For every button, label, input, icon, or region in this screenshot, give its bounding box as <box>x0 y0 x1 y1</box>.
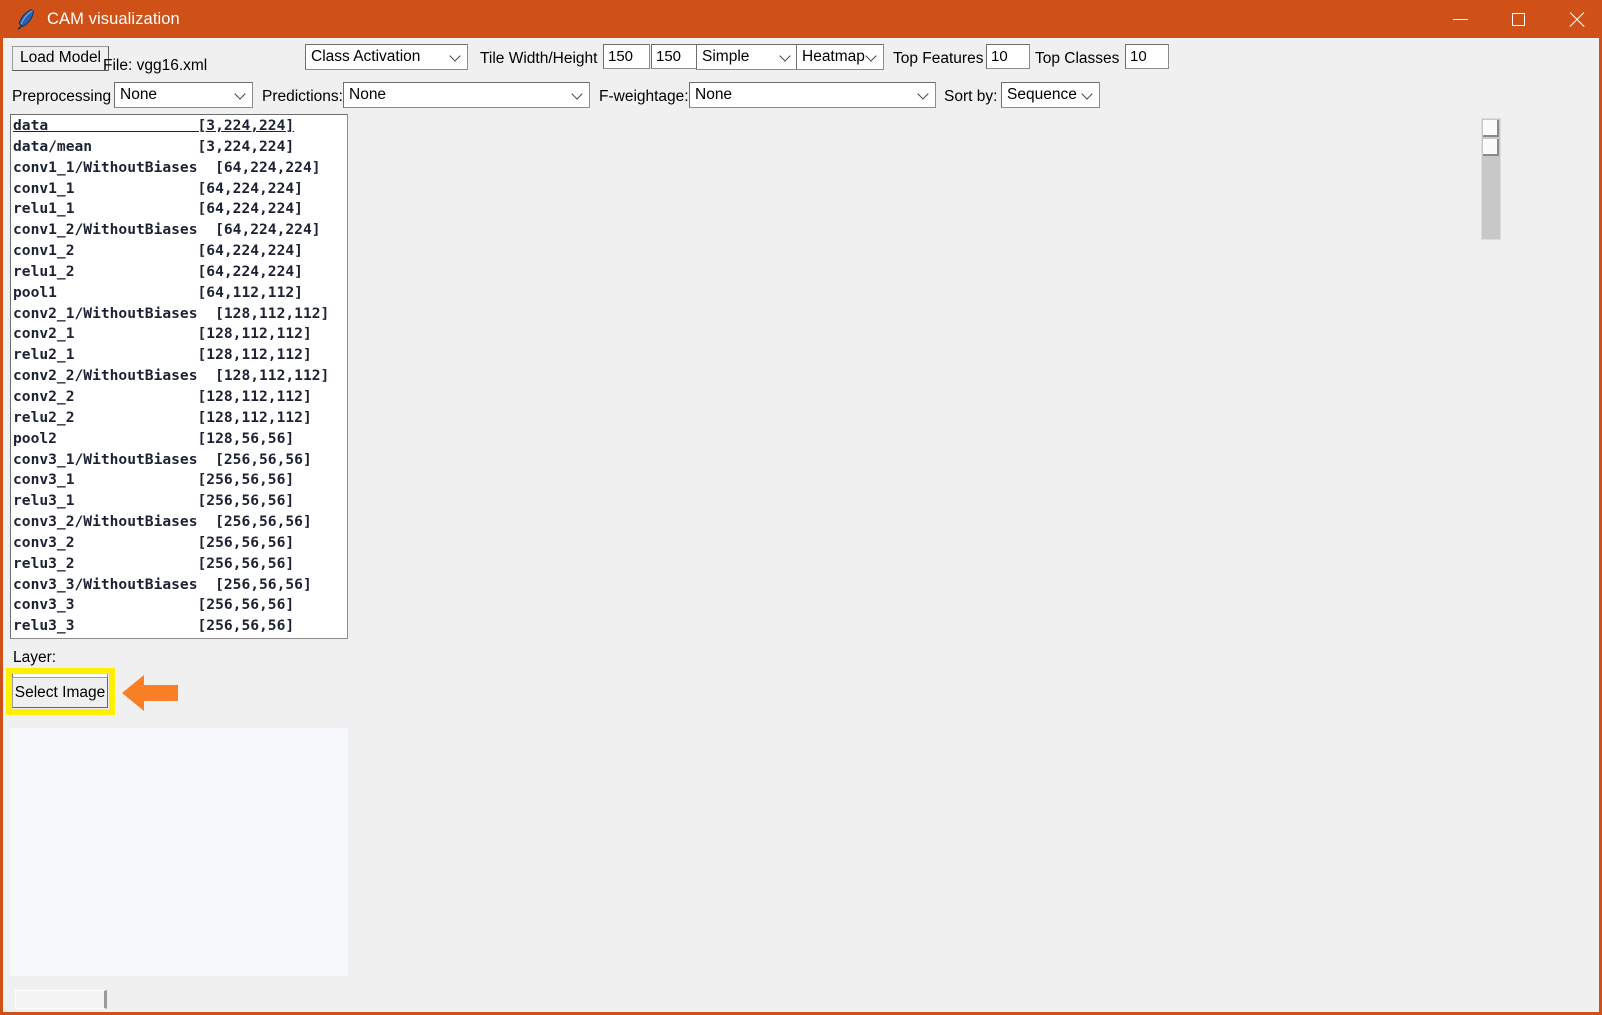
render-style-value: Simple <box>702 48 750 65</box>
minimize-button[interactable] <box>1431 0 1489 38</box>
layer-list-item[interactable]: conv3_3 [256,56,56] <box>13 595 347 616</box>
top-classes-input[interactable]: 10 <box>1125 44 1169 69</box>
layer-list-item[interactable]: conv2_1 [128,112,112] <box>13 324 347 345</box>
file-label: File: vgg16.xml <box>103 57 208 74</box>
layer-list-item[interactable]: conv2_2/WithoutBiases [128,112,112] <box>13 366 347 387</box>
close-icon <box>1568 11 1585 28</box>
sort-by-select[interactable]: Sequence <box>1001 82 1100 108</box>
cam-visualization-window: CAM visualization Load Model File: vgg16… <box>0 0 1602 1015</box>
predictions-select[interactable]: None <box>343 82 590 108</box>
chevron-down-icon <box>451 52 460 61</box>
layer-list[interactable]: data [3,224,224] data/mean [3,224,224] con… <box>10 114 348 639</box>
top-features-input[interactable]: 10 <box>986 44 1030 69</box>
layer-caption-label: Layer: <box>13 649 57 666</box>
layer-list-item[interactable]: data [3,224,224] <box>13 116 347 137</box>
bottom-horizontal-scrollbar[interactable] <box>15 990 1095 1009</box>
colormap-select[interactable]: Heatmap <box>796 44 884 70</box>
maximize-button[interactable] <box>1489 0 1547 38</box>
image-preview-pane <box>10 728 348 976</box>
select-image-button[interactable]: Select Image <box>12 677 108 708</box>
feather-icon <box>16 8 36 30</box>
fweightage-select[interactable]: None <box>689 82 936 108</box>
minimize-icon <box>1452 18 1468 20</box>
annotation-arrow-icon <box>122 673 178 713</box>
visualization-mode-select[interactable]: Class Activation <box>305 44 468 70</box>
close-button[interactable] <box>1547 0 1599 38</box>
chevron-down-icon <box>236 90 245 99</box>
chevron-down-icon <box>867 52 876 61</box>
preprocessing-label: Preprocessing <box>12 88 112 105</box>
layer-list-item[interactable]: conv3_1/WithoutBiases [256,56,56] <box>13 450 347 471</box>
layer-list-item[interactable]: pool1 [64,112,112] <box>13 283 347 304</box>
layer-list-item[interactable]: relu3_3 [256,56,56] <box>13 616 347 637</box>
tile-width-input[interactable]: 150 <box>603 44 650 69</box>
title-bar: CAM visualization <box>3 0 1599 38</box>
sort-by-value: Sequence <box>1007 86 1077 103</box>
layer-list-item[interactable]: conv2_1/WithoutBiases [128,112,112] <box>13 304 347 325</box>
layer-list-item[interactable]: data/mean [3,224,224] <box>13 137 347 158</box>
window-controls <box>1431 0 1599 38</box>
predictions-label: Predictions: <box>262 88 343 105</box>
preprocessing-select[interactable]: None <box>114 82 253 108</box>
layer-list-item[interactable]: pool2 [128,56,56] <box>13 429 347 450</box>
layer-list-item[interactable]: relu3_1 [256,56,56] <box>13 491 347 512</box>
layer-list-item[interactable]: conv3_3/WithoutBiases [256,56,56] <box>13 575 347 596</box>
preprocessing-value: None <box>120 86 158 103</box>
layer-list-item[interactable]: relu3_2 [256,56,56] <box>13 554 347 575</box>
sort-by-label: Sort by: <box>944 88 998 105</box>
tile-size-label: Tile Width/Height <box>480 50 598 67</box>
chevron-down-icon <box>919 90 928 99</box>
layer-list-item[interactable]: conv1_1/WithoutBiases [64,224,224] <box>13 158 347 179</box>
layer-list-item[interactable]: relu1_2 [64,224,224] <box>13 262 347 283</box>
chevron-down-icon <box>573 90 582 99</box>
right-vertical-scrollbar[interactable] <box>1481 118 1501 240</box>
layer-list-item[interactable]: relu2_2 [128,112,112] <box>13 408 347 429</box>
visualization-mode-value: Class Activation <box>311 48 421 65</box>
chevron-down-icon <box>1083 90 1092 99</box>
layer-list-item[interactable]: conv3_2 [256,56,56] <box>13 533 347 554</box>
top-classes-label: Top Classes <box>1035 50 1120 67</box>
maximize-icon <box>1511 12 1525 26</box>
layer-list-item[interactable]: conv1_2/WithoutBiases [64,224,224] <box>13 220 347 241</box>
fweightage-value: None <box>695 86 733 103</box>
window-title: CAM visualization <box>47 9 180 28</box>
scrollbar-thumb-lower[interactable] <box>1483 139 1499 156</box>
predictions-value: None <box>349 86 387 103</box>
colormap-value: Heatmap <box>802 48 865 65</box>
layer-list-item[interactable]: conv3_2/WithoutBiases [256,56,56] <box>13 512 347 533</box>
top-features-label: Top Features <box>893 50 984 67</box>
chevron-down-icon <box>781 52 790 61</box>
layer-list-item[interactable]: conv2_2 [128,112,112] <box>13 387 347 408</box>
layer-list-item[interactable]: conv3_1 [256,56,56] <box>13 470 347 491</box>
scrollbar-thumb-upper[interactable] <box>1483 120 1499 137</box>
layer-list-item[interactable]: conv1_2 [64,224,224] <box>13 241 347 262</box>
toolbar-row-1: Load Model File: vgg16.xml Class Activat… <box>3 38 1599 76</box>
scrollbar-thumb-horizontal[interactable] <box>15 990 107 1009</box>
load-model-button[interactable]: Load Model <box>12 46 110 71</box>
toolbar-row-2: Preprocessing None Predictions: None F-w… <box>3 76 1599 114</box>
fweightage-label: F-weightage: <box>599 88 689 105</box>
layer-list-item[interactable]: conv1_1 [64,224,224] <box>13 179 347 200</box>
render-style-select[interactable]: Simple <box>696 44 798 70</box>
layer-list-item[interactable]: relu1_1 [64,224,224] <box>13 199 347 220</box>
tile-height-input[interactable]: 150 <box>651 44 698 69</box>
layer-list-item[interactable]: relu2_1 [128,112,112] <box>13 345 347 366</box>
